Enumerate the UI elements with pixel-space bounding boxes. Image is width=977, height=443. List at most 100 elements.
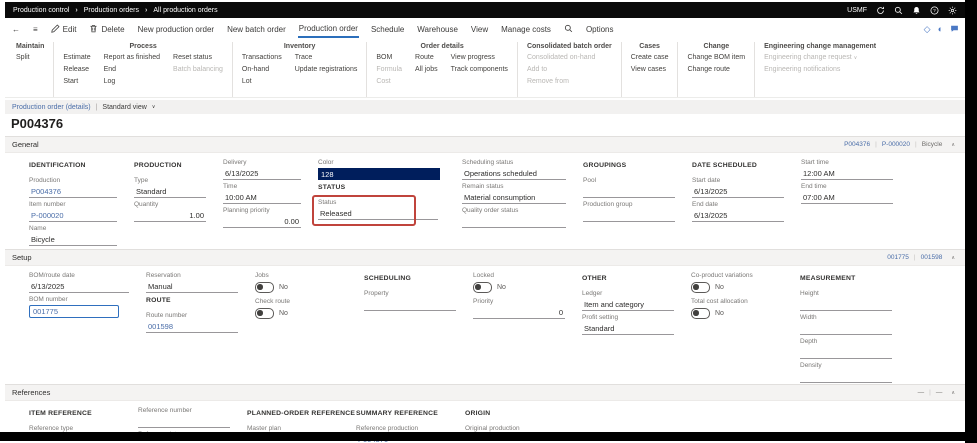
ribbon-bom-button[interactable]: BOM xyxy=(376,54,402,63)
ribbon-log-button[interactable]: Log xyxy=(104,78,160,87)
ribbon-all-jobs-button[interactable]: All jobs xyxy=(415,66,438,75)
company-selector[interactable]: USMF xyxy=(847,7,867,14)
field-type-value[interactable]: Standard xyxy=(134,186,206,198)
summary-link[interactable]: 001775 xyxy=(887,254,909,261)
sync-icon[interactable] xyxy=(876,6,885,15)
field-end-date: End date 6/13/2025 xyxy=(692,201,784,222)
ribbon-lot-button[interactable]: Lot xyxy=(242,78,282,87)
help-icon[interactable]: ? xyxy=(930,6,939,15)
ribbon-change-bom-item-button[interactable]: Change BOM item xyxy=(687,54,745,63)
search-button[interactable] xyxy=(563,21,574,38)
field-status-value[interactable]: Released xyxy=(318,208,438,220)
summary-link[interactable]: P-000020 xyxy=(882,141,910,148)
back-button[interactable]: ← xyxy=(11,22,21,37)
field-start-time-value[interactable]: 12:00 AM xyxy=(801,168,893,180)
breadcrumb-item-all-production-orders[interactable]: All production orders xyxy=(153,7,217,14)
ribbon-create-case-button[interactable]: Create case xyxy=(631,54,669,63)
field-reservation-value[interactable]: Manual xyxy=(146,281,238,293)
section-header-references[interactable]: References — | — ∧ xyxy=(5,385,965,401)
field-pool-value[interactable] xyxy=(583,186,675,198)
gear-icon[interactable] xyxy=(948,6,957,15)
ribbon-end-button[interactable]: End xyxy=(104,66,160,75)
ribbon-trace-button[interactable]: Trace xyxy=(295,54,358,63)
field-remain-status-value[interactable]: Material consumption xyxy=(462,192,566,204)
toggle-total-cost-allocation-switch[interactable] xyxy=(691,308,710,319)
group-subheader-summary-reference: SUMMARY REFERENCE xyxy=(356,410,438,417)
ribbon-column: Create case View cases xyxy=(631,54,669,75)
ribbon-on-hand-button[interactable]: On-hand xyxy=(242,66,282,75)
field-quantity-value[interactable]: 1.00 xyxy=(134,210,206,222)
toggle-co-product-variations-switch[interactable] xyxy=(691,282,710,293)
toggle-jobs-switch[interactable] xyxy=(255,282,274,293)
field-width-value[interactable] xyxy=(800,323,892,335)
tab-schedule[interactable]: Schedule xyxy=(370,22,405,37)
ribbon-estimate-button[interactable]: Estimate xyxy=(63,54,90,63)
field-depth-value[interactable] xyxy=(800,347,892,359)
field-end-time-value[interactable]: 07:00 AM xyxy=(801,192,893,204)
field-label: Quality order status xyxy=(462,207,519,214)
ribbon-change-route-button[interactable]: Change route xyxy=(687,66,745,75)
tab-view[interactable]: View xyxy=(470,22,489,37)
field-route-number-value[interactable]: 001598 xyxy=(146,321,238,333)
ribbon-start-button[interactable]: Start xyxy=(63,78,90,87)
ribbon-track-components-button[interactable]: Track components xyxy=(451,66,508,75)
field-production-value[interactable]: P004376 xyxy=(29,186,117,198)
ribbon-route-button[interactable]: Route xyxy=(415,54,438,63)
field-height-value[interactable] xyxy=(800,299,892,311)
field-reference-number-value[interactable] xyxy=(138,416,230,428)
ribbon-view-progress-button[interactable]: View progress xyxy=(451,54,508,63)
half-circle-icon[interactable]: ◐ xyxy=(938,24,943,34)
field-quality-order-status-value[interactable] xyxy=(462,216,566,228)
breadcrumb-item-production-control[interactable]: Production control xyxy=(13,7,69,14)
delete-button[interactable]: Delete xyxy=(88,21,125,38)
field-property-value[interactable] xyxy=(364,299,456,311)
view-selector[interactable]: Standard view xyxy=(102,104,146,111)
toggle-check-route-switch[interactable] xyxy=(255,308,274,319)
field-bom-route-date-value[interactable]: 6/13/2025 xyxy=(29,281,129,293)
tab-production-order[interactable]: Production order xyxy=(297,21,359,38)
section-header-general[interactable]: General P004376 | P-000020 | Bicycle ∧ xyxy=(5,137,965,153)
field-bom-number-focus-box[interactable]: 001775 xyxy=(29,305,119,318)
field-item-number-value[interactable]: P-000020 xyxy=(29,210,117,222)
ribbon-release-button[interactable]: Release xyxy=(63,66,90,75)
chat-icon[interactable] xyxy=(950,24,959,35)
field-delivery-value[interactable]: 6/13/2025 xyxy=(223,168,301,180)
field-time-value[interactable]: 10:00 AM xyxy=(223,192,301,204)
tab-warehouse[interactable]: Warehouse xyxy=(416,22,459,37)
summary-link[interactable]: P004376 xyxy=(844,141,870,148)
form-name-link[interactable]: Production order (details) xyxy=(12,104,91,111)
field-profit-setting-value[interactable]: Standard xyxy=(582,323,674,335)
ribbon-update-registrations-button[interactable]: Update registrations xyxy=(295,66,358,75)
field-name-value[interactable]: Bicycle xyxy=(29,234,117,246)
tab-options[interactable]: Options xyxy=(585,22,615,37)
bell-icon[interactable] xyxy=(912,6,921,15)
field-planning-priority-value[interactable]: 0.00 xyxy=(223,216,301,228)
field-start-date-value[interactable]: 6/13/2025 xyxy=(692,186,784,198)
menu-button[interactable]: ≡ xyxy=(32,22,39,37)
field-density-value[interactable] xyxy=(800,371,892,383)
breadcrumb-item-production-orders[interactable]: Production orders xyxy=(84,7,139,14)
tab-manage-costs[interactable]: Manage costs xyxy=(500,22,552,37)
section-header-setup[interactable]: Setup 001775 | 001598 ∧ xyxy=(5,250,965,266)
field-color-value[interactable]: 128 xyxy=(318,168,440,180)
field-pool: Pool xyxy=(583,177,675,198)
new-production-order-button[interactable]: New production order xyxy=(137,22,215,37)
ribbon-view-cases-button[interactable]: View cases xyxy=(631,66,669,75)
summary-link[interactable]: 001598 xyxy=(921,254,943,261)
field-production-group-value[interactable] xyxy=(583,210,675,222)
ribbon-transactions-button[interactable]: Transactions xyxy=(242,54,282,63)
toggle-locked-switch[interactable] xyxy=(473,282,492,293)
ribbon-split-button[interactable]: Split xyxy=(16,54,30,63)
search-icon[interactable] xyxy=(894,6,903,15)
ribbon-reset-status-button[interactable]: Reset status xyxy=(173,54,223,63)
field-bom-number-value[interactable]: 001775 xyxy=(32,307,116,316)
field-priority-value[interactable]: 0 xyxy=(473,307,565,319)
field-scheduling-status-value[interactable]: Operations scheduled xyxy=(462,168,566,180)
diamond-icon[interactable]: ◇ xyxy=(924,24,931,35)
new-batch-order-button[interactable]: New batch order xyxy=(226,22,287,37)
field-ledger-value[interactable]: Item and category xyxy=(582,299,674,311)
edit-button[interactable]: Edit xyxy=(50,21,78,38)
field-end-date-value[interactable]: 6/13/2025 xyxy=(692,210,784,222)
ribbon-report-as-finished-button[interactable]: Report as finished xyxy=(104,54,160,63)
cmd-label: Edit xyxy=(62,24,77,34)
